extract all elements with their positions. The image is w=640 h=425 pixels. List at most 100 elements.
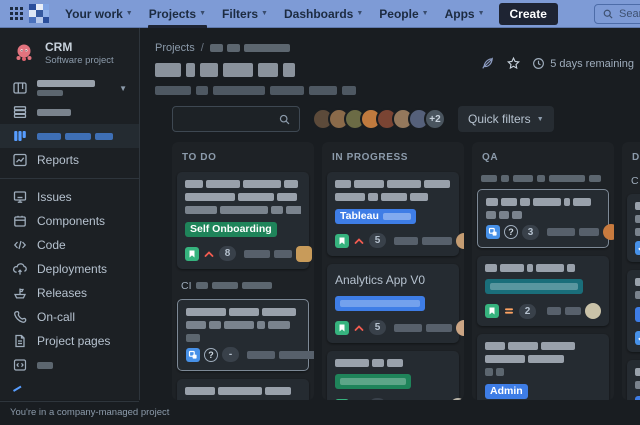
redacted-text	[244, 250, 270, 258]
nav-item-projects[interactable]: Projects▼	[141, 0, 214, 28]
nav-item-your-work[interactable]: Your work▼	[57, 0, 141, 28]
issue-card[interactable]: Analytics App V05	[327, 264, 459, 343]
redacted-summary-line	[485, 342, 601, 350]
issue-card[interactable]: Self Onboarding8	[177, 172, 309, 269]
label-chip-tableau: Tableau	[335, 209, 416, 224]
redacted-text	[196, 282, 208, 289]
sidebar-item-label: Releases	[37, 286, 87, 300]
chevron-down-icon: ▼	[126, 10, 133, 17]
sidebar-item-on-call[interactable]: On-call	[0, 305, 139, 329]
nav-item-apps[interactable]: Apps▼	[437, 0, 493, 28]
sidebar-item-redacted[interactable]	[0, 124, 139, 148]
chevron-down-icon: ▼	[199, 10, 206, 17]
issue-card[interactable]: ?-	[177, 299, 309, 371]
redacted-text	[243, 180, 281, 188]
sidebar-item-project-pages[interactable]: Project pages	[0, 329, 139, 353]
redacted-summary-line	[486, 211, 600, 219]
redacted-text	[209, 321, 221, 329]
redacted-text	[186, 321, 206, 329]
issue-card[interactable]: ?1	[177, 379, 309, 401]
board-search-input[interactable]	[172, 106, 300, 132]
sidebar-item-reports[interactable]: Reports	[0, 148, 139, 172]
redacted-text	[271, 206, 283, 214]
epic-group-prefix: CI	[181, 280, 192, 292]
issue-card[interactable]: Da	[627, 360, 640, 401]
avatar-overflow-count[interactable]: +2	[424, 108, 446, 130]
components-icon	[12, 213, 28, 229]
redacted-text	[410, 193, 428, 201]
chevron-down-icon: ▼	[356, 10, 363, 17]
sidebar-item-issues[interactable]: Issues	[0, 185, 139, 209]
nav-item-dashboards[interactable]: Dashboards▼	[276, 0, 371, 28]
sidebar-item-redacted[interactable]	[0, 353, 139, 377]
global-search-input[interactable]: Search	[594, 4, 640, 24]
days-remaining-text: 5 days remaining	[550, 58, 634, 70]
redacted-text	[573, 198, 591, 206]
project-header[interactable]: CRM Software project	[0, 38, 139, 76]
sidebar-item-components[interactable]: Components	[0, 209, 139, 233]
redacted-text	[185, 193, 235, 201]
redacted-text	[335, 180, 351, 188]
redacted-text	[372, 359, 384, 367]
redacted-text	[486, 211, 496, 219]
issue-card[interactable]: En	[627, 270, 640, 352]
nav-item-label: Projects	[149, 7, 196, 21]
sidebar-mini-icon-row[interactable]	[0, 377, 139, 401]
star-icon[interactable]	[506, 56, 521, 71]
redacted-text	[286, 206, 301, 214]
redacted-text	[258, 63, 278, 77]
code-icon	[12, 237, 28, 253]
redacted-text	[394, 237, 418, 245]
issue-card[interactable]: ?3	[477, 189, 609, 248]
create-button[interactable]: Create	[499, 3, 558, 25]
nav-item-people[interactable]: People▼	[371, 0, 436, 28]
app-switcher-icon[interactable]	[10, 7, 23, 20]
sidebar-item-deployments[interactable]: Deployments	[0, 257, 139, 281]
redacted-text	[277, 193, 297, 201]
project-sidebar: CRM Software project ▼ Reports IssuesCompo…	[0, 28, 140, 400]
assignee-avatar	[296, 246, 312, 262]
estimate-badge: 2	[519, 304, 536, 319]
sidebar-item-redacted[interactable]: ▼	[0, 76, 139, 100]
issue-card[interactable]: Tableau5	[327, 172, 459, 256]
sidebar-item-code[interactable]: Code	[0, 233, 139, 257]
site-logo-redacted[interactable]	[29, 4, 49, 23]
pages-icon	[12, 333, 28, 349]
column-header: TO DO	[177, 147, 309, 172]
redacted-text	[238, 193, 274, 201]
redacted-text	[206, 180, 240, 188]
redacted-summary-line	[186, 334, 300, 342]
feather-icon[interactable]	[480, 56, 495, 71]
redacted-text	[155, 86, 191, 95]
issue-card[interactable]: Admin3	[477, 334, 609, 400]
sidebar-item-releases[interactable]: Releases	[0, 281, 139, 305]
nav-item-filters[interactable]: Filters▼	[214, 0, 276, 28]
redacted-text	[309, 86, 337, 95]
issue-card[interactable]: 2	[477, 256, 609, 326]
redacted-text	[547, 228, 575, 236]
redacted-text	[579, 228, 599, 236]
issue-card[interactable]: 6	[327, 351, 459, 401]
quick-filters-button[interactable]: Quick filters ▼	[458, 106, 554, 132]
task-type-icon	[635, 331, 640, 345]
chevron-down-icon: ▼	[261, 10, 268, 17]
redacted-text	[37, 109, 71, 116]
column-header: IN PROGRESS	[327, 147, 459, 172]
label-chip-text: Self Onboarding	[190, 223, 272, 235]
breadcrumb-projects[interactable]: Projects	[155, 42, 195, 54]
redacted-text	[424, 180, 450, 188]
priority-highest-icon	[203, 248, 215, 260]
redacted-summary-line	[635, 368, 640, 376]
label-chip-redacted	[335, 296, 425, 311]
feedback-pencil-icon	[12, 385, 24, 392]
label-chip-admin: Admin	[485, 384, 528, 399]
column-header: QA	[477, 147, 609, 172]
sidebar-item-redacted[interactable]	[0, 100, 139, 124]
assignee-avatar	[456, 233, 464, 249]
subtask-type-icon	[186, 348, 200, 362]
project-type: Software project	[45, 55, 114, 66]
redacted-summary-line	[485, 355, 601, 363]
issue-card[interactable]	[627, 194, 640, 262]
sprint-days-remaining[interactable]: 5 days remaining	[532, 57, 634, 70]
columns-icon	[12, 128, 28, 144]
